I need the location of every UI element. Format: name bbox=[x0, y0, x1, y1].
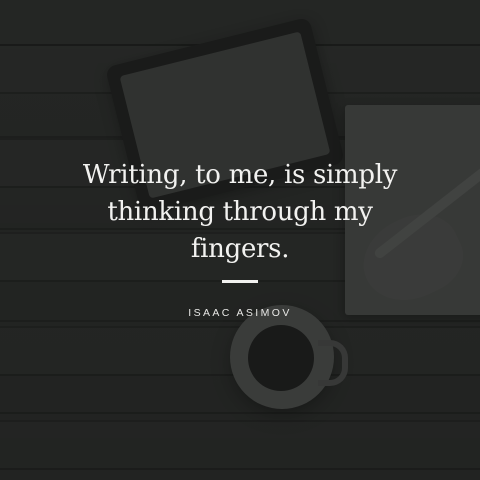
quote-text: Writing, to me, is simply thinking throu… bbox=[82, 160, 398, 264]
quote-card: Writing, to me, is simply thinking throu… bbox=[0, 0, 480, 480]
quote-author: ISAAC ASIMOV bbox=[188, 307, 292, 319]
quote-divider bbox=[222, 280, 258, 283]
